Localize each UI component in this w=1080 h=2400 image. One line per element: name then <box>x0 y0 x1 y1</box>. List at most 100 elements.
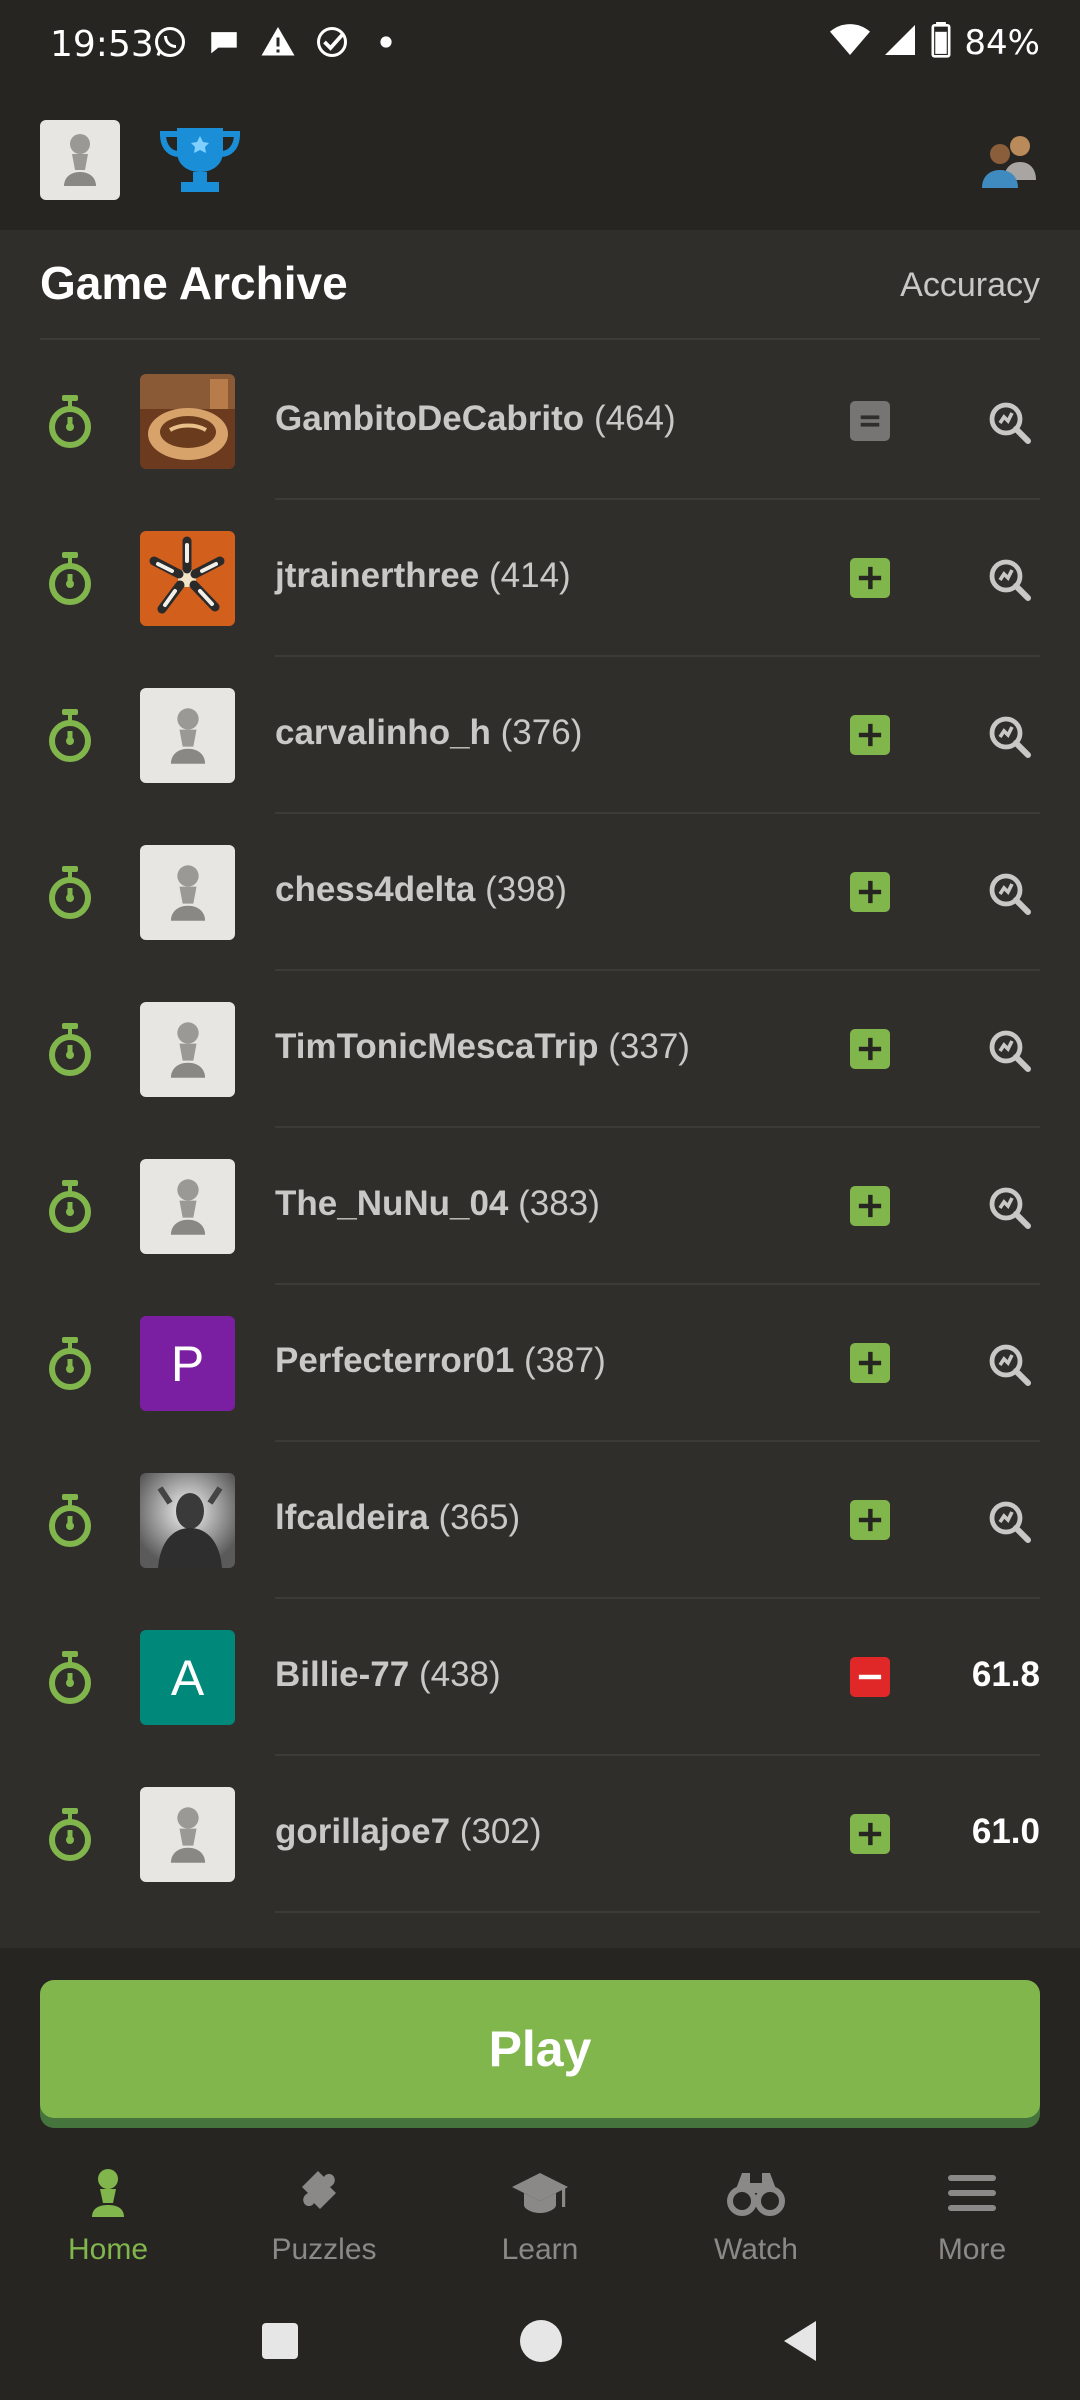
result-win-icon <box>850 715 890 755</box>
back-button[interactable] <box>780 2319 820 2363</box>
player-avatar <box>140 374 235 469</box>
play-bar: Play <box>0 1948 1080 2143</box>
result-draw-icon <box>850 401 890 441</box>
pawn-icon <box>170 864 205 921</box>
player-rating: (376) <box>500 713 583 752</box>
player-username: lfcaldeira <box>275 1498 429 1537</box>
player-avatar <box>140 845 235 940</box>
accuracy-value: 61.0 <box>971 1812 1040 1851</box>
player-username: TimTonicMescaTrip <box>275 1027 599 1066</box>
whatsapp-icon <box>150 22 190 62</box>
game-row[interactable]: The_NuNu_04 (383) <box>0 1128 1080 1285</box>
pawn-icon <box>64 134 96 186</box>
player-avatar: A <box>140 1630 235 1725</box>
recents-button[interactable] <box>262 2323 298 2359</box>
analyze-icon[interactable] <box>988 558 1032 602</box>
result-loss-icon <box>850 1657 890 1697</box>
player-avatar: P <box>140 1316 235 1411</box>
analyze-icon[interactable] <box>988 872 1032 916</box>
menu-icon <box>948 2175 996 2211</box>
profile-avatar[interactable] <box>40 120 120 200</box>
nav-label: Home <box>67 2233 149 2266</box>
stopwatch-icon <box>44 1808 96 1862</box>
accuracy-value: 61.8 <box>971 1655 1040 1694</box>
analyze-icon[interactable] <box>988 401 1032 445</box>
game-row[interactable]: gorillajoe7 (302) 61.0 <box>0 1756 1080 1913</box>
row-divider <box>275 1911 1040 1913</box>
graduation-cap-icon <box>512 2173 568 2213</box>
player-avatar <box>140 1002 235 1097</box>
pawn-icon <box>170 1806 205 1863</box>
signal-icon <box>882 22 918 63</box>
game-row[interactable]: A Billie-77 (438) 61.8 <box>0 1599 1080 1756</box>
player-avatar <box>140 531 235 626</box>
game-row[interactable]: jtrainerthree (414) <box>0 500 1080 657</box>
play-button-label: Play <box>488 2021 592 2077</box>
system-navigation <box>0 2293 1080 2400</box>
play-button[interactable]: Play <box>40 1980 1040 2118</box>
player-name: The_NuNu_04 (383) <box>275 1184 600 1224</box>
stopwatch-icon <box>44 866 96 920</box>
stopwatch-icon <box>44 1180 96 1234</box>
nav-puzzles[interactable]: Puzzles <box>224 2163 424 2283</box>
player-name: GambitoDeCabrito (464) <box>275 399 676 439</box>
avatar-letter: A <box>170 1649 205 1706</box>
friends-icon[interactable] <box>978 128 1042 192</box>
analyze-icon[interactable] <box>988 1500 1032 1544</box>
player-avatar <box>140 1787 235 1882</box>
binoculars-icon <box>727 2173 785 2216</box>
player-username: Billie-77 <box>275 1655 410 1694</box>
avatar-letter: P <box>170 1335 205 1392</box>
pawn-icon <box>170 707 205 764</box>
analyze-icon[interactable] <box>988 1029 1032 1073</box>
game-row[interactable]: P Perfecterror01 (387) <box>0 1285 1080 1442</box>
stopwatch-icon <box>44 1023 96 1077</box>
dot-icon <box>366 22 406 62</box>
analyze-icon[interactable] <box>988 1186 1032 1230</box>
stopwatch-icon <box>44 1337 96 1391</box>
result-win-icon <box>850 1029 890 1069</box>
player-username: jtrainerthree <box>275 556 480 595</box>
battery-icon <box>930 22 952 63</box>
bottom-navigation: Home Puzzles Learn Watch More <box>0 2143 1080 2293</box>
game-row[interactable]: carvalinho_h (376) <box>0 657 1080 814</box>
stopwatch-icon <box>44 1494 96 1548</box>
player-rating: (398) <box>485 870 567 909</box>
nav-label: Puzzles <box>271 2233 377 2266</box>
nav-label: More <box>937 2233 1007 2266</box>
game-row[interactable]: lfcaldeira (365) <box>0 1442 1080 1599</box>
analyze-icon[interactable] <box>988 715 1032 759</box>
trophy-icon[interactable] <box>155 124 245 196</box>
nav-learn[interactable]: Learn <box>440 2163 640 2283</box>
nav-more[interactable]: More <box>872 2163 1072 2283</box>
result-win-icon <box>850 872 890 912</box>
player-avatar <box>140 1473 235 1568</box>
player-avatar <box>140 1159 235 1254</box>
game-row[interactable]: GambitoDeCabrito (464) <box>0 343 1080 500</box>
game-row[interactable]: TimTonicMescaTrip (337) <box>0 971 1080 1128</box>
divider <box>40 338 1040 340</box>
nav-watch[interactable]: Watch <box>656 2163 856 2283</box>
puzzle-icon <box>302 2171 336 2209</box>
status-time: 19:53 <box>50 24 154 65</box>
game-row[interactable]: chess4delta (398) <box>0 814 1080 971</box>
player-rating: (414) <box>488 556 571 595</box>
analyze-icon[interactable] <box>988 1343 1032 1387</box>
player-name: TimTonicMescaTrip (337) <box>275 1027 690 1067</box>
nav-label: Learn <box>501 2233 579 2266</box>
home-icon <box>92 2169 124 2217</box>
warning-icon <box>258 22 298 62</box>
game-archive-panel: Game Archive Accuracy GambitoDeCabrito (… <box>0 230 1080 1948</box>
player-username: chess4delta <box>275 870 476 909</box>
player-rating: (438) <box>418 1655 501 1694</box>
player-avatar <box>140 688 235 783</box>
nav-home[interactable]: Home <box>8 2163 208 2283</box>
result-win-icon <box>850 1500 890 1540</box>
player-name: gorillajoe7 (302) <box>275 1812 542 1852</box>
player-rating: (387) <box>524 1341 606 1380</box>
player-rating: (383) <box>518 1184 600 1223</box>
player-rating: (464) <box>593 399 676 438</box>
player-name: lfcaldeira (365) <box>275 1498 520 1538</box>
home-button[interactable] <box>520 2320 562 2362</box>
player-username: Perfecterror01 <box>275 1341 515 1380</box>
